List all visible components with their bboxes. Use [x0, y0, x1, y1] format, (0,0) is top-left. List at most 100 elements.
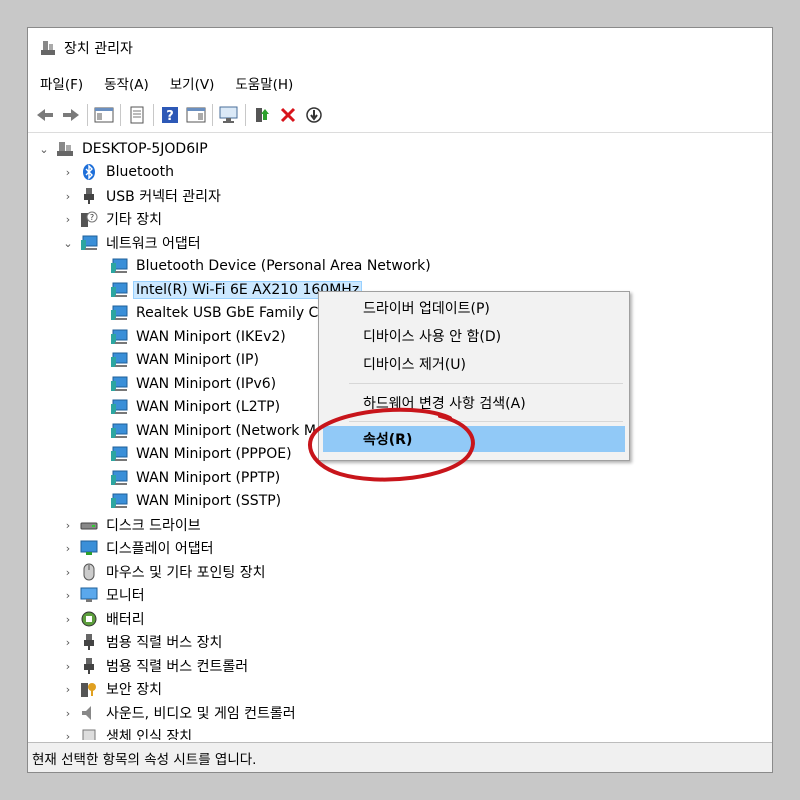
- device-manager-icon: [40, 40, 56, 56]
- tree-category-usb-connector[interactable]: › USB 커넥터 관리자: [60, 185, 223, 207]
- tree-category-sound[interactable]: › 사운드, 비디오 및 게임 컨트롤러: [60, 702, 298, 724]
- device-label: WAN Miniport (IP): [136, 352, 259, 368]
- network-device-row[interactable]: WAN Miniport (SSTP): [106, 490, 283, 512]
- tree-category-monitor[interactable]: › 모니터: [60, 584, 147, 606]
- display-adapter-icon: [80, 539, 98, 557]
- chevron-down-icon[interactable]: ⌄: [36, 141, 52, 157]
- menu-help[interactable]: 도움말(H): [223, 73, 302, 93]
- chevron-right-icon[interactable]: ›: [60, 564, 76, 580]
- tree-category-disk-drive[interactable]: › 디스크 드라이브: [60, 514, 203, 536]
- menu-view[interactable]: 보기(V): [158, 73, 224, 93]
- monitor-icon: [80, 586, 98, 604]
- device-label: WAN Miniport (PPTP): [136, 470, 281, 486]
- back-icon[interactable]: [32, 102, 58, 128]
- tree-category-security-device[interactable]: › 보안 장치: [60, 678, 164, 700]
- mouse-icon: [80, 563, 98, 581]
- computer-icon: [56, 140, 74, 158]
- root-label: DESKTOP-5JOD6IP: [82, 141, 208, 157]
- chevron-right-icon[interactable]: ›: [60, 517, 76, 533]
- category-label: 디스플레이 어댑터: [106, 541, 214, 557]
- network-device-row[interactable]: WAN Miniport (Network M: [106, 420, 318, 442]
- chevron-right-icon[interactable]: ›: [60, 728, 76, 741]
- tree-category-display-adapter[interactable]: › 디스플레이 어댑터: [60, 537, 216, 559]
- chevron-right-icon[interactable]: ›: [60, 634, 76, 650]
- chevron-right-icon[interactable]: ›: [60, 658, 76, 674]
- network-device-row[interactable]: WAN Miniport (IPv6): [106, 373, 278, 395]
- chevron-right-icon[interactable]: ›: [60, 164, 76, 180]
- network-device-icon: [110, 469, 128, 487]
- menu-action[interactable]: 동작(A): [92, 73, 158, 93]
- toolbar-separator: [153, 104, 154, 126]
- network-device-row[interactable]: WAN Miniport (PPPOE): [106, 443, 294, 465]
- chevron-right-icon[interactable]: ›: [60, 681, 76, 697]
- tree-category-mouse[interactable]: › 마우스 및 기타 포인팅 장치: [60, 561, 267, 583]
- network-device-row[interactable]: WAN Miniport (IP): [106, 349, 261, 371]
- network-device-icon: [110, 351, 128, 369]
- show-hide-tree-icon[interactable]: [91, 102, 117, 128]
- network-device-row[interactable]: WAN Miniport (PPTP): [106, 467, 282, 489]
- sound-icon: [80, 704, 98, 722]
- device-label: WAN Miniport (Network M: [136, 423, 316, 439]
- menu-item-uninstall-device[interactable]: 디바이스 제거(U): [323, 351, 625, 377]
- chevron-right-icon[interactable]: ›: [60, 587, 76, 603]
- menu-item-disable-device[interactable]: 디바이스 사용 안 함(D): [323, 323, 625, 349]
- security-device-icon: [80, 680, 98, 698]
- properties-icon[interactable]: [124, 102, 150, 128]
- toolbar-separator: [212, 104, 213, 126]
- chevron-right-icon[interactable]: ›: [60, 611, 76, 627]
- tree-category-battery[interactable]: › 배터리: [60, 608, 147, 630]
- tree-root[interactable]: ⌄ DESKTOP-5JOD6IP: [36, 138, 210, 160]
- network-device-icon: [110, 281, 128, 299]
- network-device-row[interactable]: WAN Miniport (L2TP): [106, 396, 282, 418]
- disable-icon[interactable]: [301, 102, 327, 128]
- help-icon[interactable]: ?: [157, 102, 183, 128]
- network-device-icon: [110, 445, 128, 463]
- toolbar-separator: [120, 104, 121, 126]
- category-label: USB 커넥터 관리자: [106, 189, 221, 205]
- network-device-icon: [110, 398, 128, 416]
- network-device-icon: [110, 422, 128, 440]
- menu-file[interactable]: 파일(F): [28, 73, 92, 93]
- network-device-icon: [110, 492, 128, 510]
- menu-item-update-driver[interactable]: 드라이버 업데이트(P): [323, 295, 625, 321]
- menu-item-properties[interactable]: 속성(R): [323, 426, 625, 452]
- network-device-row[interactable]: Realtek USB GbE Family C: [106, 302, 320, 324]
- scan-hardware-icon[interactable]: [216, 102, 242, 128]
- toolbar: ?: [28, 98, 772, 133]
- usb-controller-icon: [80, 657, 98, 675]
- title-bar: 장치 관리자: [28, 28, 772, 68]
- battery-icon: [80, 610, 98, 628]
- tree-category-usb-device[interactable]: › 범용 직렬 버스 장치: [60, 631, 224, 653]
- update-driver-icon[interactable]: [249, 102, 275, 128]
- chevron-down-icon[interactable]: ⌄: [60, 235, 76, 251]
- network-device-row[interactable]: WAN Miniport (IKEv2): [106, 326, 288, 348]
- category-label: 배터리: [106, 612, 145, 628]
- category-label: 보안 장치: [106, 682, 162, 698]
- menu-item-scan-hardware[interactable]: 하드웨어 변경 사항 검색(A): [323, 390, 625, 416]
- chevron-right-icon[interactable]: ›: [60, 211, 76, 227]
- uninstall-icon[interactable]: [275, 102, 301, 128]
- category-label: 범용 직렬 버스 컨트롤러: [106, 659, 249, 675]
- tree-category-biometric[interactable]: › 생체 인식 장치: [60, 725, 194, 740]
- tree-category-network-adapter[interactable]: ⌄ 네트워크 어댑터: [60, 232, 203, 254]
- network-device-icon: [110, 304, 128, 322]
- svg-text:?: ?: [90, 213, 94, 222]
- category-label: Bluetooth: [106, 164, 174, 180]
- chevron-right-icon[interactable]: ›: [60, 540, 76, 556]
- tree-category-other-devices[interactable]: › ? 기타 장치: [60, 208, 164, 230]
- network-device-row[interactable]: Bluetooth Device (Personal Area Network): [106, 255, 433, 277]
- window-title: 장치 관리자: [64, 41, 133, 57]
- forward-icon[interactable]: [58, 102, 84, 128]
- device-label: WAN Miniport (IKEv2): [136, 329, 286, 345]
- status-text: 현재 선택한 항목의 속성 시트를 엽니다.: [32, 751, 257, 768]
- chevron-right-icon[interactable]: ›: [60, 705, 76, 721]
- action-pane-icon[interactable]: [183, 102, 209, 128]
- tree-category-usb-controller[interactable]: › 범용 직렬 버스 컨트롤러: [60, 655, 250, 677]
- device-label: WAN Miniport (IPv6): [136, 376, 277, 392]
- category-label: 생체 인식 장치: [106, 729, 193, 740]
- category-label: 모니터: [106, 588, 145, 604]
- chevron-right-icon[interactable]: ›: [60, 188, 76, 204]
- status-bar: 현재 선택한 항목의 속성 시트를 엽니다.: [28, 742, 772, 772]
- bluetooth-icon: [80, 163, 98, 181]
- tree-category-bluetooth[interactable]: › Bluetooth: [60, 161, 176, 183]
